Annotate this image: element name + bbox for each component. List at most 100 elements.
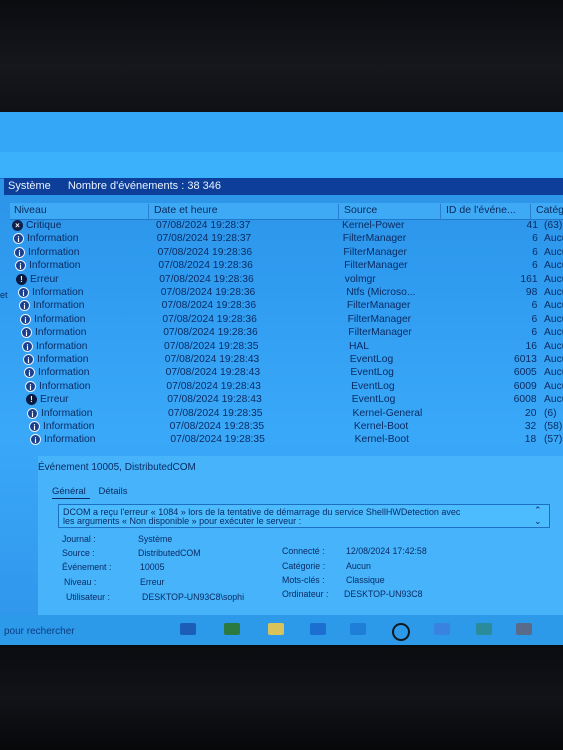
event-row[interactable]: i Information 07/08/2024 19:28:36 FilterMan… bbox=[21, 327, 563, 340]
computer-value: DESKTOP-UN93C8 bbox=[344, 589, 423, 599]
event-id: 6013 bbox=[513, 354, 537, 365]
event-row[interactable]: i Information 07/08/2024 19:28:43 EventLog 6… bbox=[23, 354, 563, 367]
event-viewer-icon[interactable] bbox=[516, 623, 532, 635]
message-scroll-icon[interactable]: ⌃ ⌄ bbox=[534, 505, 542, 527]
app-icon[interactable] bbox=[434, 623, 450, 635]
taskbar-search-input[interactable]: pour rechercher bbox=[4, 626, 75, 637]
journal-label: Journal : bbox=[62, 534, 96, 544]
event-row[interactable]: i Information 07/08/2024 19:28:35 Kernel-Bo… bbox=[29, 421, 563, 434]
event-source: Kernel-Boot bbox=[353, 421, 409, 432]
info-icon: i bbox=[27, 407, 38, 419]
event-id: 6 bbox=[531, 260, 538, 272]
info-icon: i bbox=[13, 233, 24, 245]
event-level: Information bbox=[32, 287, 84, 298]
column-separator[interactable] bbox=[148, 204, 149, 220]
column-header-date[interactable]: Date et heure bbox=[154, 204, 218, 216]
tab-details[interactable]: Détails bbox=[98, 486, 127, 497]
event-source: FilterManager bbox=[346, 300, 411, 312]
event-message-box[interactable]: DCOM a reçu l'erreur « 1084 » lors de la… bbox=[58, 504, 550, 528]
event-source: EventLog bbox=[351, 380, 395, 392]
screen: Système Nombre d'événements : 38 346 et … bbox=[0, 112, 563, 645]
event-id: 98 bbox=[525, 287, 538, 298]
file-explorer-icon[interactable] bbox=[268, 623, 284, 635]
event-row[interactable]: × Critique 07/08/2024 19:28:37 Kernel-Power… bbox=[12, 220, 562, 233]
event-row[interactable]: i Information 07/08/2024 19:28:36 FilterMan… bbox=[14, 246, 563, 260]
event-row[interactable]: i Information 07/08/2024 19:28:43 EventLog 6… bbox=[25, 380, 563, 394]
info-icon: i bbox=[24, 367, 35, 379]
event-category: Aucun bbox=[544, 313, 563, 325]
event-source: FilterManager bbox=[342, 233, 407, 245]
event-level: Information bbox=[35, 327, 87, 339]
event-level: Information bbox=[27, 233, 79, 245]
info-icon: i bbox=[15, 260, 26, 272]
event-date: 07/08/2024 19:28:37 bbox=[156, 233, 252, 245]
event-level: Information bbox=[39, 380, 91, 392]
event-source: Kernel-Power bbox=[342, 220, 405, 231]
event-list: × Critique 07/08/2024 19:28:37 Kernel-Power… bbox=[10, 220, 563, 452]
event-count: Nombre d'événements : 38 346 bbox=[67, 180, 221, 192]
event-id: 41 bbox=[526, 220, 538, 231]
event-row[interactable]: i Information 07/08/2024 19:28:43 EventLog 6… bbox=[24, 367, 563, 380]
event-date: 07/08/2024 19:28:36 bbox=[160, 287, 256, 298]
event-date: 07/08/2024 19:28:35 bbox=[164, 340, 259, 352]
event-category: Aucun bbox=[544, 340, 563, 352]
app-icon[interactable] bbox=[476, 623, 492, 635]
event-level: Information bbox=[41, 407, 93, 419]
level-value: Erreur bbox=[140, 577, 165, 587]
column-header-source[interactable]: Source bbox=[344, 204, 377, 216]
event-row[interactable]: i Information 07/08/2024 19:28:36 FilterMan… bbox=[19, 300, 563, 313]
event-row[interactable]: !Erreur 07/08/2024 19:28:36 volmgr 161 Aucun bbox=[16, 273, 563, 287]
info-icon: i bbox=[29, 421, 40, 432]
app-icon[interactable] bbox=[224, 623, 240, 635]
edge-icon[interactable] bbox=[310, 623, 326, 635]
column-separator[interactable] bbox=[530, 204, 531, 220]
user-value: DESKTOP-UN93C8\sophi bbox=[142, 592, 245, 602]
column-header-event-id[interactable]: ID de l'événe... bbox=[446, 204, 516, 216]
event-row[interactable]: i Information 07/08/2024 19:28:37 FilterMan… bbox=[13, 233, 563, 246]
event-id: 6 bbox=[532, 233, 538, 245]
event-id: 6 bbox=[531, 300, 538, 312]
event-id: 16 bbox=[525, 340, 537, 352]
event-date: 07/08/2024 19:28:36 bbox=[163, 327, 258, 339]
task-view-icon[interactable] bbox=[180, 623, 196, 635]
event-date: 07/08/2024 19:28:43 bbox=[164, 354, 260, 365]
monitor-bezel-top bbox=[0, 0, 563, 112]
event-level: Critique bbox=[26, 220, 62, 231]
event-date: 07/08/2024 19:28:36 bbox=[161, 300, 257, 312]
event-date: 07/08/2024 19:28:35 bbox=[170, 434, 265, 446]
event-source: Kernel-Boot bbox=[354, 434, 409, 446]
column-header-category[interactable]: Catég bbox=[536, 204, 563, 216]
event-category: Aucun bbox=[544, 260, 563, 272]
browser-icon[interactable] bbox=[392, 623, 410, 641]
event-source: Kernel-General bbox=[352, 407, 423, 419]
info-icon: i bbox=[23, 354, 34, 365]
event-category: Aucun bbox=[544, 300, 563, 312]
event-source: Ntfs (Microso... bbox=[346, 287, 416, 298]
window-toolbar-area bbox=[0, 152, 563, 179]
event-date: 07/08/2024 19:28:37 bbox=[156, 220, 251, 231]
event-id: 32 bbox=[524, 421, 537, 432]
info-icon: i bbox=[20, 313, 31, 325]
event-source: FilterManager bbox=[343, 246, 407, 258]
event-level: Erreur bbox=[40, 394, 69, 406]
info-icon: i bbox=[22, 340, 33, 352]
tab-general[interactable]: Général bbox=[52, 486, 86, 497]
event-row[interactable]: i Information 07/08/2024 19:28:36 FilterMan… bbox=[15, 260, 563, 273]
store-icon[interactable] bbox=[350, 623, 366, 635]
left-edge-text: et bbox=[0, 290, 8, 300]
event-row[interactable]: i Information 07/08/2024 19:28:35 Kernel-Bo… bbox=[30, 434, 563, 447]
column-separator[interactable] bbox=[440, 204, 441, 220]
event-date: 07/08/2024 19:28:36 bbox=[157, 246, 253, 258]
event-level: Erreur bbox=[30, 273, 59, 285]
column-header-level[interactable]: Niveau bbox=[14, 204, 47, 216]
log-name: Système bbox=[8, 180, 51, 192]
event-row[interactable]: iInformation 07/08/2024 19:28:35 HAL 16 Aucu… bbox=[22, 340, 563, 354]
event-category: Aucun bbox=[544, 327, 563, 339]
event-row[interactable]: i Information 07/08/2024 19:28:36 FilterMan… bbox=[20, 313, 563, 327]
event-source: FilterManager bbox=[344, 260, 408, 272]
event-row[interactable]: i Information 07/08/2024 19:28:35 Kernel-Ge… bbox=[27, 407, 563, 421]
event-category: Aucun bbox=[544, 354, 563, 365]
column-separator[interactable] bbox=[338, 204, 339, 220]
event-row[interactable]: i Information 07/08/2024 19:28:36 Ntfs (Mic… bbox=[18, 287, 563, 300]
event-row[interactable]: ! Erreur 07/08/2024 19:28:43 EventLog 6008 Au… bbox=[26, 394, 563, 407]
